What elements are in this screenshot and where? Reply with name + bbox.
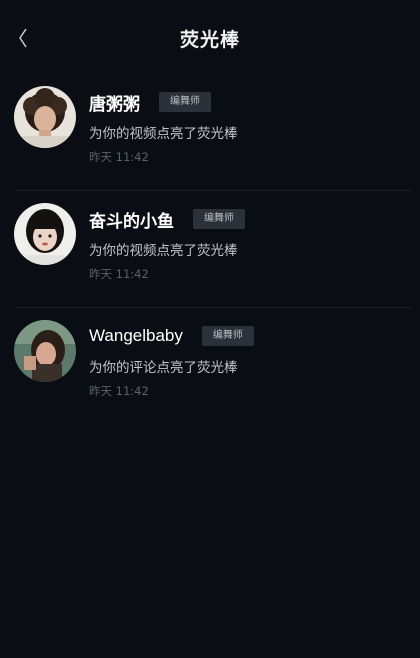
timestamp: 昨天 11:42 (89, 267, 149, 281)
name-row: Wangelbaby 编舞师 (89, 324, 254, 348)
notification-item[interactable]: 唐粥粥 编舞师 为你的视频点亮了荧光棒 昨天 11:42 (0, 74, 420, 191)
timestamp: 昨天 11:42 (89, 150, 149, 164)
action-text: 为你的视频点亮了荧光棒 (89, 243, 238, 259)
role-badge: 编舞师 (193, 209, 245, 229)
notification-item[interactable]: Wangelbaby 编舞师 为你的评论点亮了荧光棒 昨天 11:42 (0, 308, 420, 425)
user-name[interactable]: Wangelbaby (89, 326, 183, 346)
avatar[interactable] (14, 86, 76, 148)
top-bar: 荧光棒 (0, 0, 420, 74)
timestamp: 昨天 11:42 (89, 384, 149, 398)
action-text: 为你的视频点亮了荧光棒 (89, 126, 238, 142)
notification-item[interactable]: 奋斗的小鱼 编舞师 为你的视频点亮了荧光棒 昨天 11:42 (0, 191, 420, 308)
avatar[interactable] (14, 320, 76, 382)
action-text: 为你的评论点亮了荧光棒 (89, 360, 238, 376)
page-title: 荧光棒 (179, 29, 240, 51)
name-row: 唐粥粥 编舞师 (89, 90, 211, 115)
name-row: 奋斗的小鱼 编舞师 (89, 207, 245, 232)
notification-list: 唐粥粥 编舞师 为你的视频点亮了荧光棒 昨天 11:42 奋斗的小鱼 编舞师 为… (0, 74, 420, 425)
user-name[interactable]: 奋斗的小鱼 (89, 207, 174, 232)
avatar[interactable] (14, 203, 76, 265)
role-badge: 编舞师 (201, 326, 254, 346)
role-badge: 编舞师 (159, 92, 211, 112)
user-name[interactable]: 唐粥粥 (89, 90, 140, 115)
